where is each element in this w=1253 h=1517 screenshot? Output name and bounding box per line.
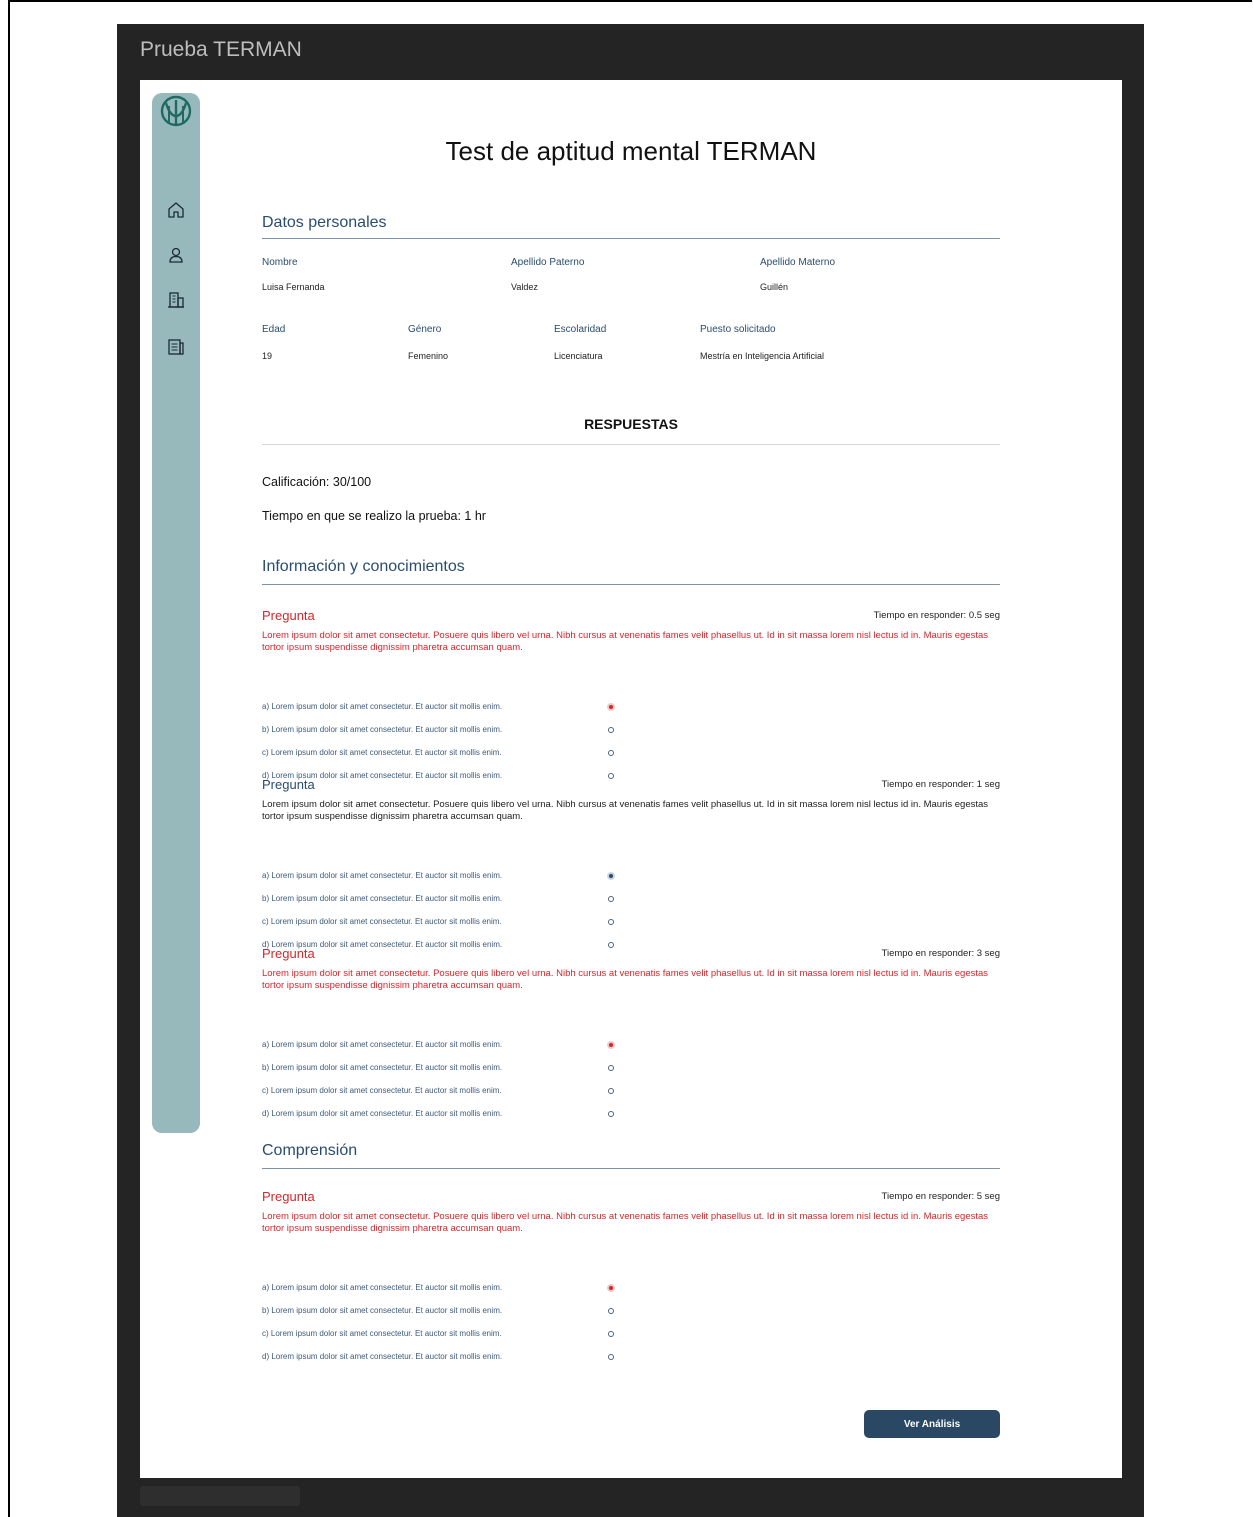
- section-title: Información y conocimientos: [262, 558, 465, 575]
- answer-option: c) Lorem ipsum dolor sit amet consectetu…: [262, 748, 622, 762]
- answer-radio[interactable]: [608, 1088, 614, 1094]
- answer-option: c) Lorem ipsum dolor sit amet consectetu…: [262, 1329, 622, 1343]
- answer-option: a) Lorem ipsum dolor sit amet consectetu…: [262, 1040, 622, 1054]
- question-text: Lorem ipsum dolor sit amet consectetur. …: [262, 799, 989, 822]
- question-label: Pregunta: [262, 608, 315, 623]
- answer-radio[interactable]: [608, 1111, 614, 1117]
- answer-option: b) Lorem ipsum dolor sit amet consectetu…: [262, 725, 622, 739]
- puesto-label: Puesto solicitado: [700, 324, 776, 335]
- answer-radio[interactable]: [608, 750, 614, 756]
- answer-option: b) Lorem ipsum dolor sit amet consectetu…: [262, 1063, 622, 1077]
- question-text: Lorem ipsum dolor sit amet consectetur. …: [262, 1211, 989, 1234]
- answer-option-text: b) Lorem ipsum dolor sit amet consectetu…: [262, 894, 503, 903]
- answer-radio[interactable]: [608, 919, 614, 925]
- app-title: Prueba TERMAN: [140, 38, 302, 61]
- apellido-paterno-value: Valdez: [511, 282, 538, 292]
- answer-radio[interactable]: [608, 896, 614, 902]
- apellido-materno-label: Apellido Materno: [760, 257, 836, 268]
- answer-radio[interactable]: [608, 1354, 614, 1360]
- answer-option-text: c) Lorem ipsum dolor sit amet consectetu…: [262, 1329, 502, 1338]
- question-text: Lorem ipsum dolor sit amet consectetur. …: [262, 630, 989, 653]
- page-title: Test de aptitud mental TERMAN: [445, 136, 817, 166]
- escolaridad-label: Escolaridad: [554, 324, 607, 335]
- logo-icon: [160, 95, 192, 127]
- question-block: Pregunta Tiempo en responder: 5 seg Lorem …: [262, 1189, 1000, 1369]
- personal-data-title: Datos personales: [262, 214, 387, 231]
- user-icon[interactable]: [166, 245, 186, 265]
- answer-option-text: a) Lorem ipsum dolor sit amet consectetu…: [262, 871, 503, 880]
- sidebar: [152, 93, 200, 1133]
- question-block: Pregunta Tiempo en responder: 3 seg Lorem …: [262, 946, 1000, 1126]
- answer-option: c) Lorem ipsum dolor sit amet consectetu…: [262, 917, 622, 931]
- answer-option: d) Lorem ipsum dolor sit amet consectetu…: [262, 1352, 622, 1366]
- answer-option: a) Lorem ipsum dolor sit amet consectetu…: [262, 702, 622, 716]
- answer-option: b) Lorem ipsum dolor sit amet consectetu…: [262, 894, 622, 908]
- answer-radio[interactable]: [608, 1285, 614, 1291]
- responses-title: RESPUESTAS: [584, 416, 678, 432]
- apellido-paterno-label: Apellido Paterno: [511, 257, 585, 268]
- section-title: Comprensión: [262, 1142, 358, 1159]
- home-icon[interactable]: [166, 200, 186, 220]
- response-time: Tiempo en responder: 0.5 seg: [873, 610, 1000, 621]
- answer-option-text: c) Lorem ipsum dolor sit amet consectetu…: [262, 1086, 502, 1095]
- answer-radio[interactable]: [608, 1308, 614, 1314]
- answer-option: d) Lorem ipsum dolor sit amet consectetu…: [262, 1109, 622, 1123]
- genero-label: Género: [408, 324, 442, 335]
- genero-value: Femenino: [408, 351, 449, 361]
- escolaridad-value: Licenciatura: [554, 351, 603, 361]
- answer-option-text: d) Lorem ipsum dolor sit amet consectetu…: [262, 1109, 503, 1118]
- response-time: Tiempo en responder: 1 seg: [881, 779, 1000, 790]
- view-analysis-button[interactable]: Ver Análisis: [864, 1410, 1000, 1438]
- answer-option: b) Lorem ipsum dolor sit amet consectetu…: [262, 1306, 622, 1320]
- question-block: Pregunta Tiempo en responder: 0.5 seg Lore…: [262, 608, 1000, 788]
- question-text: Lorem ipsum dolor sit amet consectetur. …: [262, 968, 989, 991]
- answer-option-text: a) Lorem ipsum dolor sit amet consectetu…: [262, 1283, 503, 1292]
- answer-option-text: b) Lorem ipsum dolor sit amet consectetu…: [262, 1063, 503, 1072]
- answer-radio[interactable]: [608, 727, 614, 733]
- edad-label: Edad: [262, 324, 286, 335]
- answer-option-text: a) Lorem ipsum dolor sit amet consectetu…: [262, 1040, 503, 1049]
- answer-option: a) Lorem ipsum dolor sit amet consectetu…: [262, 871, 622, 885]
- next-window-title: [140, 1486, 300, 1506]
- answer-option-text: b) Lorem ipsum dolor sit amet consectetu…: [262, 1306, 503, 1315]
- edad-value: 19: [262, 351, 273, 361]
- nombre-label: Nombre: [262, 257, 298, 268]
- answer-option-text: c) Lorem ipsum dolor sit amet consectetu…: [262, 748, 502, 757]
- answer-option: c) Lorem ipsum dolor sit amet consectetu…: [262, 1086, 622, 1100]
- building-icon[interactable]: [166, 290, 186, 310]
- answer-option-text: b) Lorem ipsum dolor sit amet consectetu…: [262, 725, 503, 734]
- question-label: Pregunta: [262, 1189, 315, 1204]
- answer-radio[interactable]: [608, 704, 614, 710]
- question-label: Pregunta: [262, 946, 315, 961]
- section-divider: [262, 238, 1000, 239]
- app-window: Prueba TERMAN Test de aptitud mental TER…: [117, 24, 1144, 1517]
- apellido-materno-value: Guillén: [760, 282, 789, 292]
- answer-option-text: d) Lorem ipsum dolor sit amet consectetu…: [262, 1352, 503, 1361]
- response-time: Tiempo en responder: 5 seg: [881, 1191, 1000, 1202]
- section-divider: [262, 1168, 1000, 1169]
- answer-radio[interactable]: [608, 1065, 614, 1071]
- test-duration-text: Tiempo en que se realizo la prueba: 1 hr: [262, 509, 486, 523]
- score-text: Calificación: 30/100: [262, 475, 372, 489]
- puesto-value: Mestría en Inteligencia Artificial: [700, 351, 825, 361]
- answer-radio[interactable]: [608, 1042, 614, 1048]
- answer-option: a) Lorem ipsum dolor sit amet consectetu…: [262, 1283, 622, 1297]
- nombre-value: Luisa Fernanda: [262, 282, 325, 292]
- answer-option-text: a) Lorem ipsum dolor sit amet consectetu…: [262, 702, 503, 711]
- page-canvas: Test de aptitud mental TERMAN Datos pers…: [140, 80, 1122, 1478]
- answer-radio[interactable]: [608, 1331, 614, 1337]
- question-block: Pregunta Tiempo en responder: 1 seg Lorem …: [262, 777, 1000, 957]
- question-label: Pregunta: [262, 777, 315, 792]
- responses-divider: [262, 444, 1000, 445]
- section-divider: [262, 584, 1000, 585]
- response-time: Tiempo en responder: 3 seg: [881, 948, 1000, 959]
- answer-radio[interactable]: [608, 873, 614, 879]
- document-icon[interactable]: [166, 337, 186, 357]
- answer-option-text: c) Lorem ipsum dolor sit amet consectetu…: [262, 917, 502, 926]
